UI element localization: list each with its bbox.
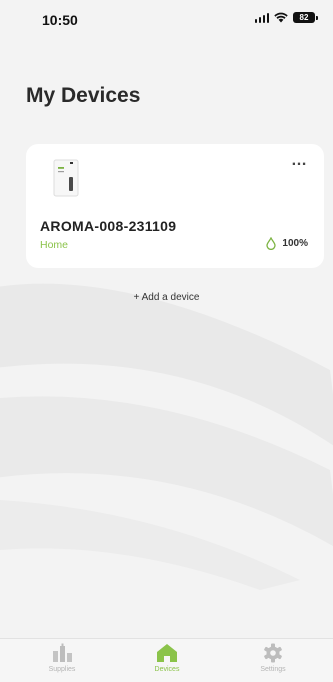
- status-icons: 82: [254, 12, 318, 23]
- signal-icon: [254, 12, 269, 23]
- device-name: AROMA-008-231109: [40, 218, 177, 234]
- device-image: [53, 159, 79, 197]
- gear-icon: [264, 643, 282, 663]
- more-options-icon[interactable]: …: [291, 152, 308, 170]
- app-screen: 10:50 82 My Devices … AROMA-008-231109 H…: [0, 0, 333, 682]
- home-icon: [157, 644, 177, 662]
- tab-label-supplies: Supplies: [48, 666, 76, 673]
- status-bar: 10:50 82: [0, 0, 333, 40]
- supplies-icon: [53, 643, 72, 662]
- device-location: Home: [40, 239, 69, 251]
- tab-supplies[interactable]: Supplies: [22, 643, 102, 673]
- drop-icon: [266, 237, 277, 250]
- device-level: 100%: [266, 237, 308, 250]
- battery-icon: 82: [293, 12, 318, 23]
- tab-label-devices: Devices: [154, 666, 180, 673]
- wifi-icon: [274, 12, 288, 23]
- status-time: 10:50: [42, 12, 78, 28]
- tab-bar: Supplies Devices Settings: [0, 638, 333, 682]
- add-device-button[interactable]: + Add a device: [0, 292, 333, 303]
- device-level-value: 100%: [282, 238, 308, 249]
- tab-settings[interactable]: Settings: [233, 643, 313, 673]
- tab-devices[interactable]: Devices: [127, 643, 207, 673]
- page-title: My Devices: [26, 84, 141, 107]
- device-card[interactable]: … AROMA-008-231109 Home 100%: [26, 144, 324, 268]
- tab-label-settings: Settings: [260, 666, 286, 673]
